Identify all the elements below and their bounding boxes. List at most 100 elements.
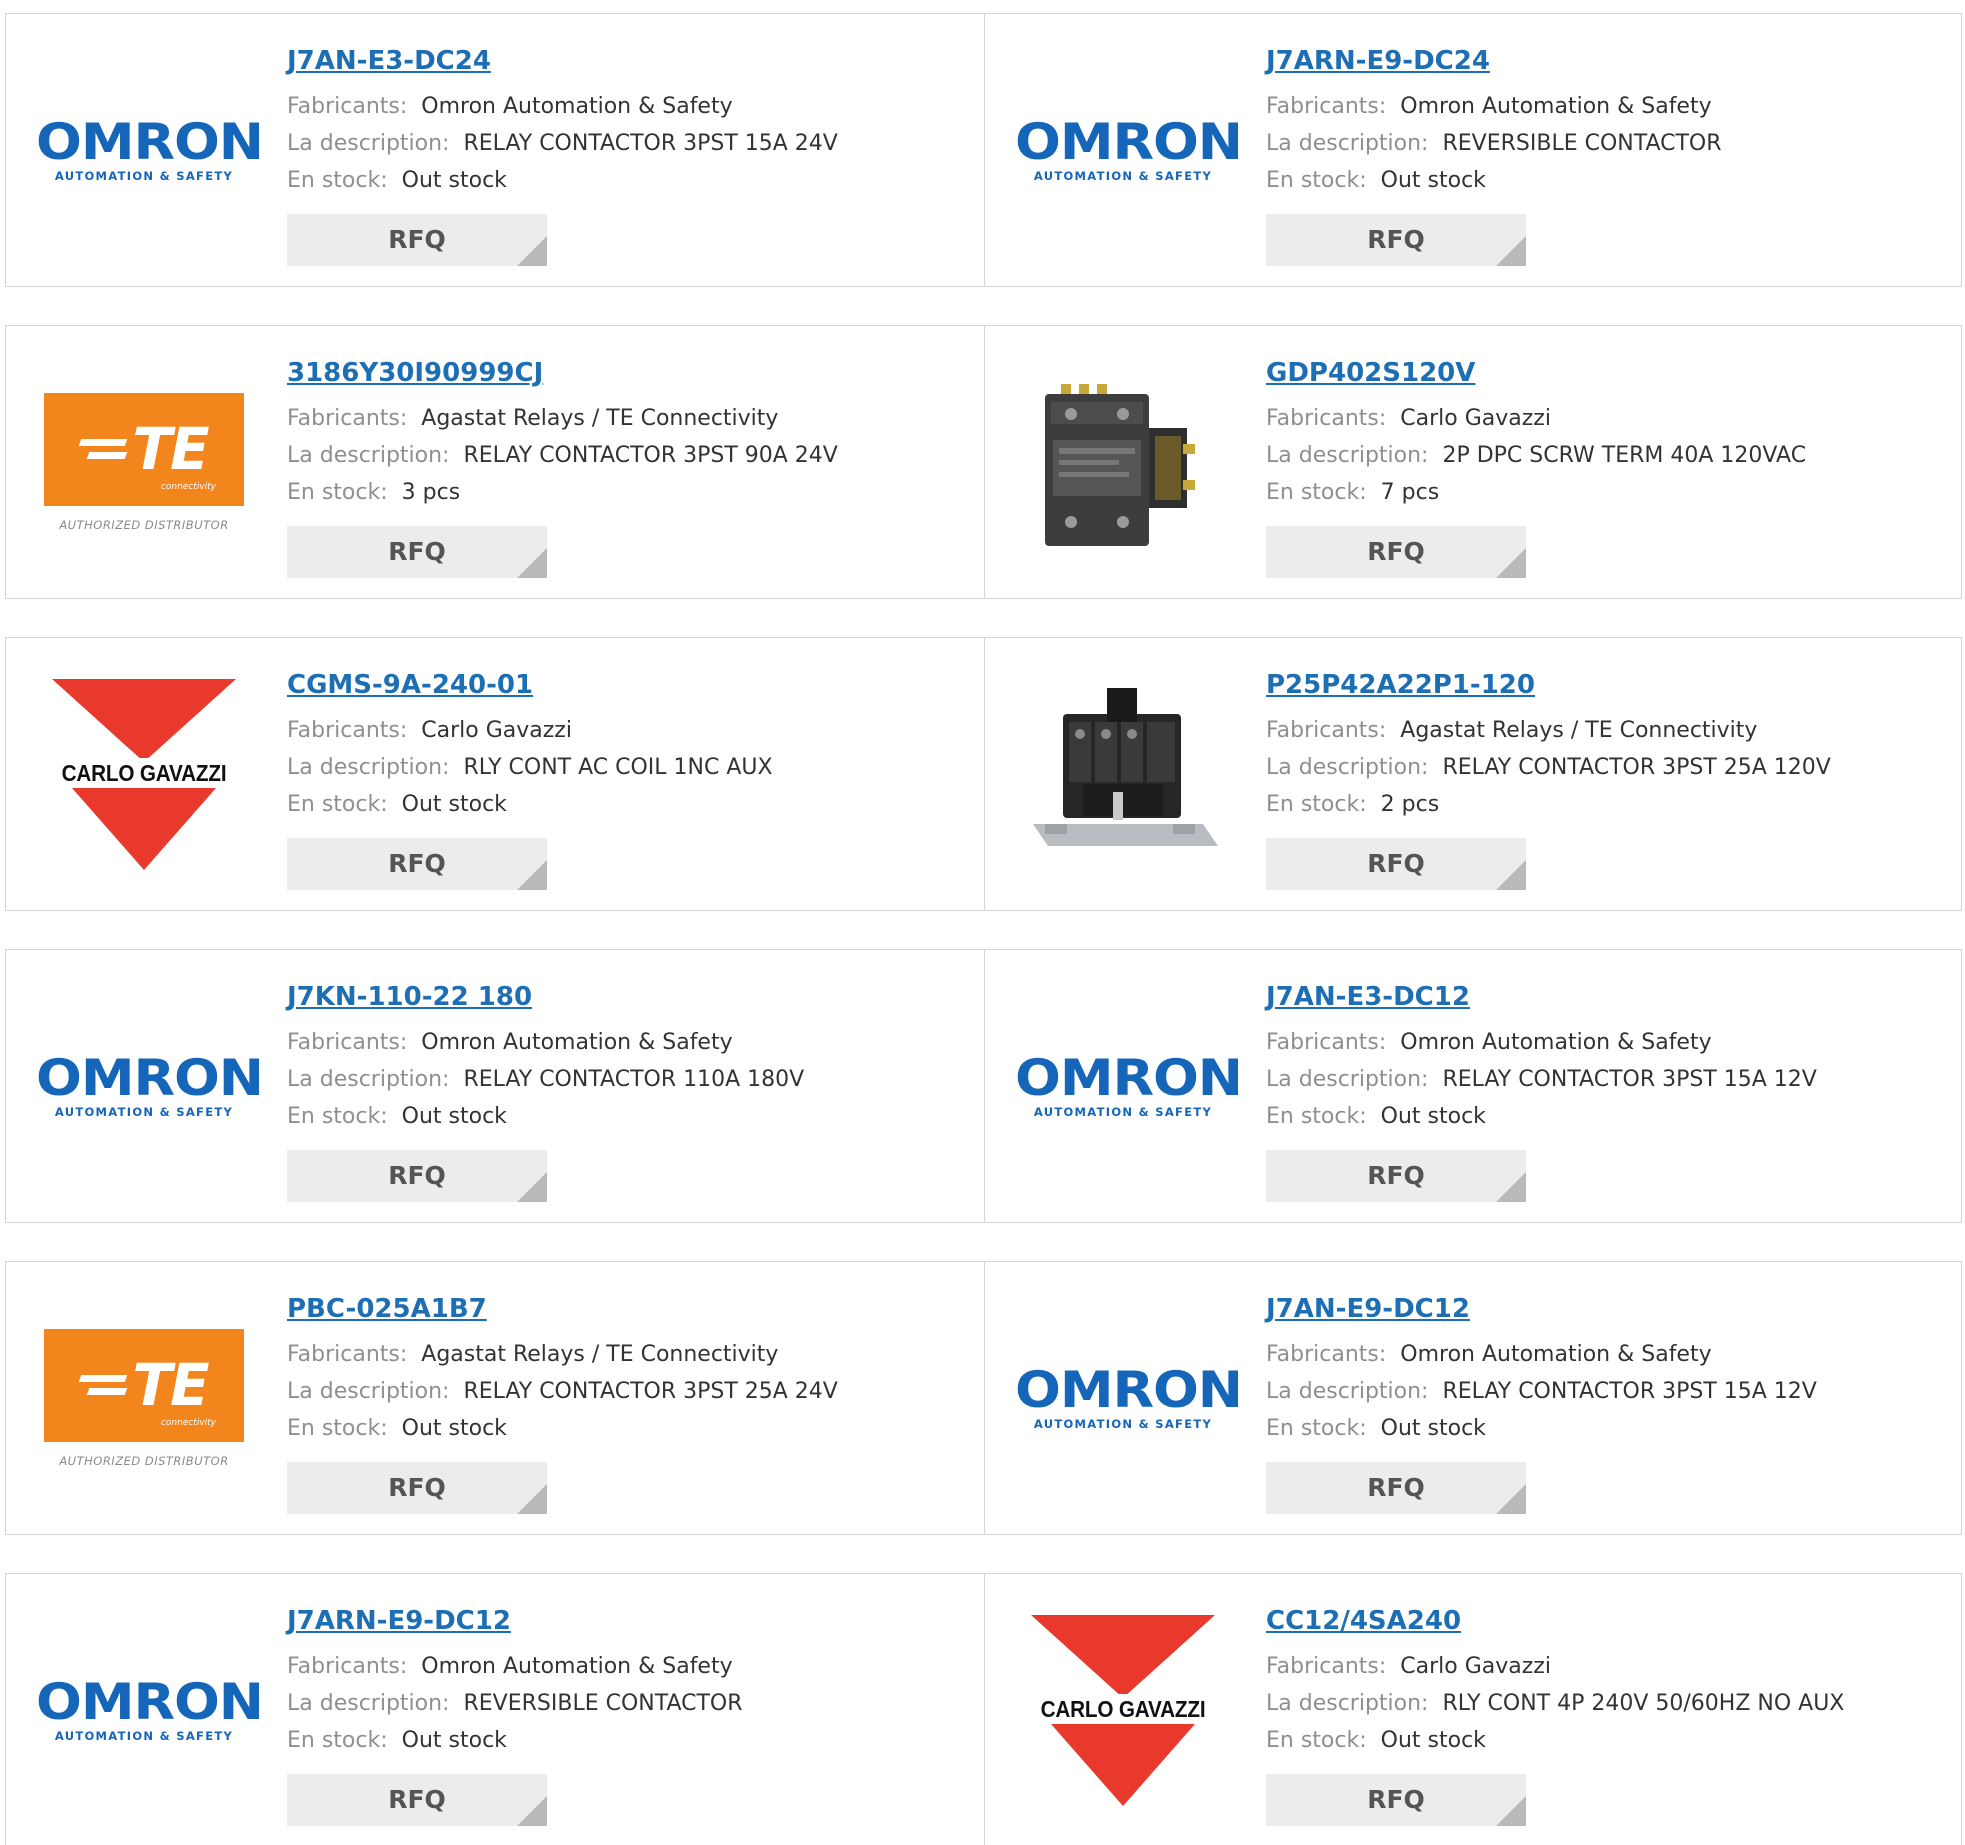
manufacturer-line: Fabricants: Omron Automation & Safety — [1266, 88, 1946, 125]
manufacturer-label: Fabricants: — [287, 1654, 408, 1679]
manufacturer-logo[interactable]: OMRON AUTOMATION & SAFETY — [36, 50, 264, 250]
description-value: REVERSIBLE CONTACTOR — [463, 1691, 743, 1716]
rfq-button[interactable]: RFQ — [1266, 526, 1526, 578]
description-line: La description: REVERSIBLE CONTACTOR — [287, 1685, 967, 1722]
manufacturer-logo[interactable]: OMRON AUTOMATION & SAFETY — [36, 986, 264, 1186]
product-card: OMRON AUTOMATION & SAFETY J7AN-E3-DC24 F… — [6, 14, 984, 286]
rfq-button[interactable]: RFQ — [287, 1774, 547, 1826]
description-value: RELAY CONTACTOR 3PST 15A 24V — [463, 131, 838, 156]
description-label: La description: — [287, 755, 450, 780]
manufacturer-logo[interactable] — [1023, 362, 1223, 562]
rfq-label: RFQ — [1367, 537, 1425, 566]
rfq-button[interactable]: RFQ — [1266, 838, 1526, 890]
rfq-corner-decoration — [517, 1796, 547, 1826]
rfq-button[interactable]: RFQ — [1266, 1150, 1526, 1202]
part-number-link[interactable]: CC12/4SA240 — [1266, 1604, 1946, 1638]
product-card: GDP402S120V Fabricants: Carlo Gavazzi La … — [984, 326, 1962, 598]
rfq-button[interactable]: RFQ — [287, 838, 547, 890]
product-row: OMRON AUTOMATION & SAFETY J7AN-E3-DC24 F… — [5, 13, 1962, 287]
manufacturer-value: Agastat Relays / TE Connectivity — [1400, 718, 1758, 743]
stock-value: Out stock — [1380, 1728, 1486, 1753]
rfq-corner-decoration — [1496, 860, 1526, 890]
rfq-label: RFQ — [1367, 849, 1425, 878]
stock-value: Out stock — [1380, 1416, 1486, 1441]
part-number-link[interactable]: J7AN-E9-DC12 — [1266, 1292, 1946, 1326]
rfq-button[interactable]: RFQ — [1266, 214, 1526, 266]
rfq-label: RFQ — [1367, 1473, 1425, 1502]
description-value: RELAY CONTACTOR 3PST 15A 12V — [1442, 1067, 1817, 1092]
part-number-link[interactable]: J7AN-E3-DC24 — [287, 44, 967, 78]
rfq-corner-decoration — [517, 1484, 547, 1514]
manufacturer-line: Fabricants: Omron Automation & Safety — [1266, 1336, 1946, 1373]
description-label: La description: — [287, 1379, 450, 1404]
manufacturer-label: Fabricants: — [1266, 406, 1387, 431]
manufacturer-value: Omron Automation & Safety — [1400, 94, 1712, 119]
omron-wordmark: OMRON — [35, 1673, 264, 1731]
omron-logo: OMRON AUTOMATION & SAFETY — [1015, 1365, 1243, 1431]
part-number-link[interactable]: 3186Y30I90999CJ — [287, 356, 967, 390]
manufacturer-label: Fabricants: — [1266, 1342, 1387, 1367]
rfq-button[interactable]: RFQ — [287, 526, 547, 578]
authorized-distributor-caption: AUTHORIZED DISTRIBUTOR — [59, 517, 229, 532]
part-number-link[interactable]: GDP402S120V — [1266, 356, 1946, 390]
part-number-link[interactable]: P25P42A22P1-120 — [1266, 668, 1946, 702]
stock-line: En stock: Out stock — [287, 162, 967, 199]
stock-value: 2 pcs — [1380, 792, 1440, 817]
product-info: GDP402S120V Fabricants: Carlo Gavazzi La … — [1266, 356, 1946, 511]
description-line: La description: RELAY CONTACTOR 3PST 25A … — [1266, 749, 1946, 786]
description-line: La description: RELAY CONTACTOR 110A 180V — [287, 1061, 967, 1098]
manufacturer-logo[interactable]: CARLO GAVAZZI — [44, 674, 244, 874]
manufacturer-label: Fabricants: — [1266, 1030, 1387, 1055]
omron-wordmark: OMRON — [1015, 1049, 1243, 1107]
part-number-link[interactable]: J7KN-110-22 180 — [287, 980, 967, 1014]
stock-value: Out stock — [1380, 168, 1486, 193]
product-info: J7AN-E9-DC12 Fabricants: Omron Automation… — [1266, 1292, 1946, 1447]
product-info: J7KN-110-22 180 Fabricants: Omron Automat… — [287, 980, 967, 1135]
part-number-link[interactable]: J7AN-E3-DC12 — [1266, 980, 1946, 1014]
part-number-link[interactable]: PBC-025A1B7 — [287, 1292, 967, 1326]
stock-label: En stock: — [1266, 1728, 1367, 1753]
product-card: OMRON AUTOMATION & SAFETY J7KN-110-22 18… — [6, 950, 984, 1222]
description-value: RLY CONT 4P 240V 50/60HZ NO AUX — [1442, 1691, 1845, 1716]
part-number-link[interactable]: J7ARN-E9-DC12 — [287, 1604, 967, 1638]
omron-wordmark: OMRON — [1015, 113, 1243, 171]
description-line: La description: RELAY CONTACTOR 3PST 15A … — [1266, 1373, 1946, 1410]
rfq-button[interactable]: RFQ — [287, 214, 547, 266]
manufacturer-line: Fabricants: Omron Automation & Safety — [287, 88, 967, 125]
manufacturer-value: Carlo Gavazzi — [1400, 1654, 1551, 1679]
product-info: J7AN-E3-DC24 Fabricants: Omron Automation… — [287, 44, 967, 199]
manufacturer-logo[interactable]: TE connectivity AUTHORIZED DISTRIBUTOR — [44, 362, 244, 562]
product-card: TE connectivity AUTHORIZED DISTRIBUTOR 3… — [6, 326, 984, 598]
manufacturer-value: Carlo Gavazzi — [1400, 406, 1551, 431]
rfq-button[interactable]: RFQ — [287, 1462, 547, 1514]
te-mark: TE — [132, 1351, 209, 1419]
manufacturer-logo[interactable]: CARLO GAVAZZI — [1023, 1610, 1223, 1810]
product-info: CGMS-9A-240-01 Fabricants: Carlo Gavazzi … — [287, 668, 967, 823]
manufacturer-logo[interactable]: TE connectivity AUTHORIZED DISTRIBUTOR — [44, 1298, 244, 1498]
description-line: La description: 2P DPC SCRW TERM 40A 120V… — [1266, 437, 1946, 474]
manufacturer-logo[interactable]: OMRON AUTOMATION & SAFETY — [1015, 986, 1243, 1186]
manufacturer-logo[interactable] — [1023, 674, 1223, 874]
part-number-link[interactable]: J7ARN-E9-DC24 — [1266, 44, 1946, 78]
manufacturer-value: Carlo Gavazzi — [421, 718, 572, 743]
rfq-button[interactable]: RFQ — [1266, 1462, 1526, 1514]
description-value: RELAY CONTACTOR 3PST 90A 24V — [463, 443, 838, 468]
rfq-button[interactable]: RFQ — [1266, 1774, 1526, 1826]
part-number-link[interactable]: CGMS-9A-240-01 — [287, 668, 967, 702]
rfq-button[interactable]: RFQ — [287, 1150, 547, 1202]
rfq-label: RFQ — [388, 1785, 446, 1814]
stock-line: En stock: Out stock — [1266, 1722, 1946, 1759]
manufacturer-logo[interactable]: OMRON AUTOMATION & SAFETY — [1015, 50, 1243, 250]
product-card: CARLO GAVAZZI CGMS-9A-240-01 Fabricants:… — [6, 638, 984, 910]
product-info: J7ARN-E9-DC12 Fabricants: Omron Automatio… — [287, 1604, 967, 1759]
manufacturer-line: Fabricants: Agastat Relays / TE Connectiv… — [287, 1336, 967, 1373]
rfq-corner-decoration — [1496, 1796, 1526, 1826]
description-label: La description: — [1266, 131, 1429, 156]
rfq-corner-decoration — [517, 860, 547, 890]
product-info: CC12/4SA240 Fabricants: Carlo Gavazzi La … — [1266, 1604, 1946, 1759]
stock-value: Out stock — [401, 168, 507, 193]
product-card: OMRON AUTOMATION & SAFETY J7AN-E3-DC12 F… — [984, 950, 1962, 1222]
product-info: P25P42A22P1-120 Fabricants: Agastat Relay… — [1266, 668, 1946, 823]
manufacturer-logo[interactable]: OMRON AUTOMATION & SAFETY — [1015, 1298, 1243, 1498]
manufacturer-logo[interactable]: OMRON AUTOMATION & SAFETY — [36, 1610, 264, 1810]
